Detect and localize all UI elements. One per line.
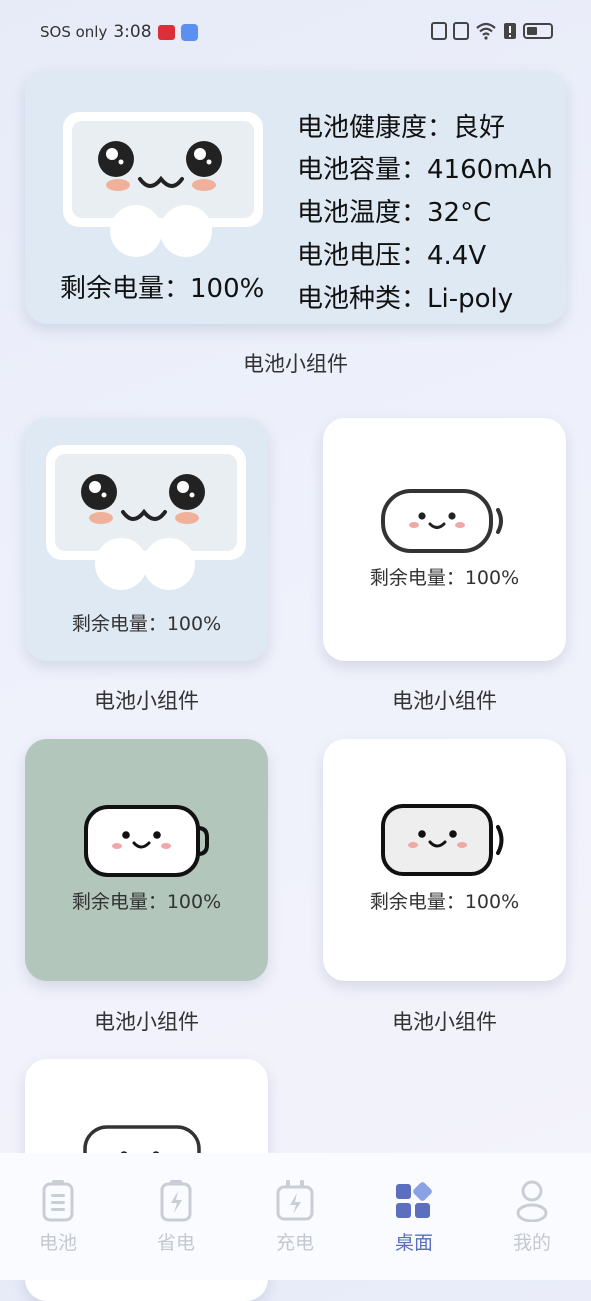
status-right: [431, 22, 553, 40]
widget-caption: 电池小组件: [392, 689, 497, 713]
battery-capacity-text: 电池容量：4160mAh: [297, 155, 553, 185]
remaining-charge-text: 剩余电量：100%: [71, 613, 222, 635]
widget-caption: 电池小组件: [243, 352, 348, 376]
nav-item-profile[interactable]: 我的: [482, 1178, 582, 1255]
bottom-navigation: 电池 省电 充电 桌面 我的: [0, 1153, 591, 1280]
cute-battery-face-icon: [63, 112, 263, 257]
battery-widget-green[interactable]: 剩余电量：100%: [25, 739, 268, 981]
battery-widget-grey[interactable]: 剩余电量：100%: [323, 739, 566, 981]
app-notification-icon: [157, 24, 175, 40]
nav-label: 桌面: [394, 1232, 433, 1254]
remaining-charge-text: 剩余电量：100%: [60, 274, 265, 304]
battery-temperature-text: 电池温度：32°C: [297, 198, 492, 228]
nav-item-charging[interactable]: 充电: [245, 1178, 345, 1255]
remaining-charge-text: 剩余电量：100%: [71, 891, 222, 913]
app-notification-icon: [180, 23, 198, 41]
nav-item-battery[interactable]: 电池: [8, 1178, 108, 1255]
nfc-icon: [431, 22, 447, 40]
cute-battery-face-icon: [46, 445, 246, 590]
widget-caption: 电池小组件: [392, 1010, 497, 1034]
status-bar: SOS only 3:08: [0, 0, 591, 66]
outline-battery-face-icon: [381, 489, 503, 553]
battery-widget-cute[interactable]: 剩余电量：100%: [25, 418, 268, 661]
outline-battery-face-icon: [84, 805, 209, 877]
desktop-icon: [396, 1182, 432, 1218]
nav-label: 充电: [275, 1232, 314, 1254]
battery-icon: [42, 1180, 74, 1222]
nav-label: 电池: [38, 1232, 77, 1254]
remaining-charge-text: 剩余电量：100%: [369, 567, 520, 589]
battery-status-icon: [523, 23, 553, 39]
remaining-charge-text: 剩余电量：100%: [369, 891, 520, 913]
power-saving-icon: [160, 1180, 192, 1222]
widget-caption: 电池小组件: [94, 1010, 199, 1034]
nav-label: 我的: [512, 1232, 551, 1254]
battery-health-text: 电池健康度：良好: [297, 113, 506, 143]
nav-label: 省电: [156, 1232, 195, 1254]
charging-icon: [276, 1180, 314, 1221]
large-battery-widget[interactable]: 剩余电量：100% 电池健康度：良好 电池容量：4160mAh 电池温度：32°…: [25, 71, 566, 324]
nav-item-desktop[interactable]: 桌面: [364, 1178, 464, 1255]
alert-icon: [504, 23, 516, 39]
outline-battery-face-icon: [381, 804, 504, 876]
widget-caption: 电池小组件: [94, 689, 199, 713]
battery-widget-outline[interactable]: 剩余电量：100%: [323, 418, 566, 661]
clock: 3:08: [113, 22, 152, 42]
wifi-icon: [476, 22, 496, 40]
battery-voltage-text: 电池电压：4.4V: [297, 241, 487, 271]
battery-type-text: 电池种类：Li-poly: [297, 284, 514, 314]
status-left: SOS only 3:08: [40, 22, 198, 42]
nav-item-power-saving[interactable]: 省电: [126, 1178, 226, 1255]
carrier-text: SOS only: [40, 23, 108, 41]
vibrate-icon: [453, 22, 469, 40]
profile-icon: [516, 1180, 548, 1222]
